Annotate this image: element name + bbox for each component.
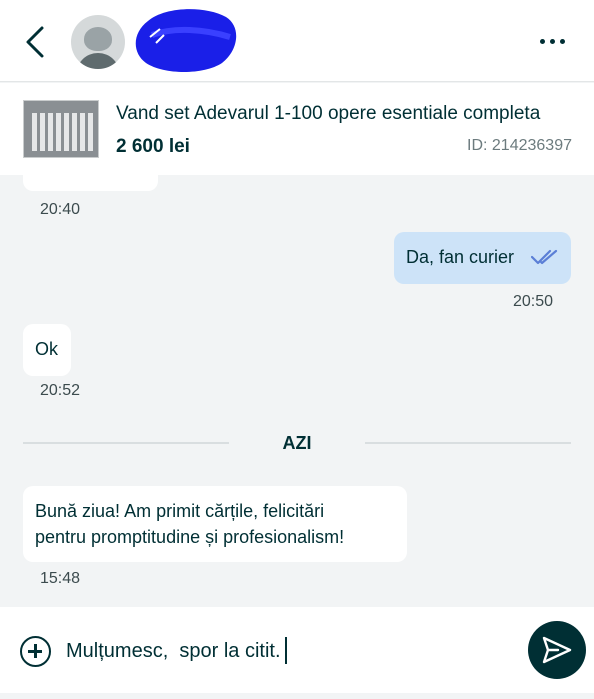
- avatar[interactable]: [71, 15, 125, 69]
- thumb-book: [64, 113, 69, 151]
- avatar-body: [76, 53, 120, 69]
- message-text: Ok: [35, 339, 59, 359]
- thumb-book: [48, 113, 53, 151]
- message-list[interactable]: 20:40 Da, fan curier 20:50 Ok 20:52 AZI …: [0, 175, 594, 607]
- message-time: 15:48: [40, 570, 81, 587]
- more-dot: [559, 38, 565, 44]
- more-dot: [549, 38, 555, 44]
- ad-price: 2 600 lei: [116, 136, 190, 157]
- message-text: Da, fan curier: [406, 247, 515, 267]
- message-bubble-incoming[interactable]: [23, 175, 158, 191]
- bottom-strip: [0, 693, 594, 699]
- send-icon: [542, 636, 572, 664]
- chevron-left-icon: [26, 26, 44, 58]
- thumb-book: [80, 113, 85, 151]
- divider-line: [365, 442, 571, 444]
- message-bubble-incoming[interactable]: Bună ziua! Am primit cărțile, felicitări…: [23, 486, 407, 562]
- message-text-line: Bună ziua! Am primit cărțile, felicitări: [35, 501, 325, 521]
- thumb-book: [88, 113, 93, 151]
- text-caret: [285, 637, 287, 664]
- thumb-book: [72, 113, 77, 151]
- message-bubble-incoming[interactable]: Ok: [23, 324, 71, 376]
- ad-thumbnail[interactable]: [23, 100, 99, 158]
- double-check-icon: [531, 249, 558, 265]
- more-options-button[interactable]: [532, 30, 572, 52]
- ad-title[interactable]: Vand set Adevarul 1-100 opere esentiale …: [116, 103, 540, 125]
- message-bubble-outgoing[interactable]: Da, fan curier: [394, 232, 571, 284]
- more-dot: [539, 38, 545, 44]
- avatar-head: [84, 27, 112, 51]
- send-button[interactable]: [528, 621, 586, 679]
- message-time: 20:52: [40, 382, 81, 399]
- chat-header: [0, 0, 594, 82]
- thumb-book: [32, 113, 37, 151]
- message-time: 20:40: [40, 201, 81, 218]
- ad-summary[interactable]: Vand set Adevarul 1-100 opere esentiale …: [0, 83, 594, 175]
- message-time: 20:50: [513, 293, 554, 310]
- thumb-book: [56, 113, 61, 151]
- message-text-line: pentru promptitudine și profesionalism!: [35, 527, 345, 547]
- thumb-book: [40, 113, 45, 151]
- redacted-username-scribble: [135, 9, 237, 72]
- message-composer: [0, 607, 594, 699]
- add-attachment-button[interactable]: [20, 636, 51, 667]
- ad-id: ID: 214236397: [467, 137, 572, 154]
- back-button[interactable]: [18, 22, 52, 62]
